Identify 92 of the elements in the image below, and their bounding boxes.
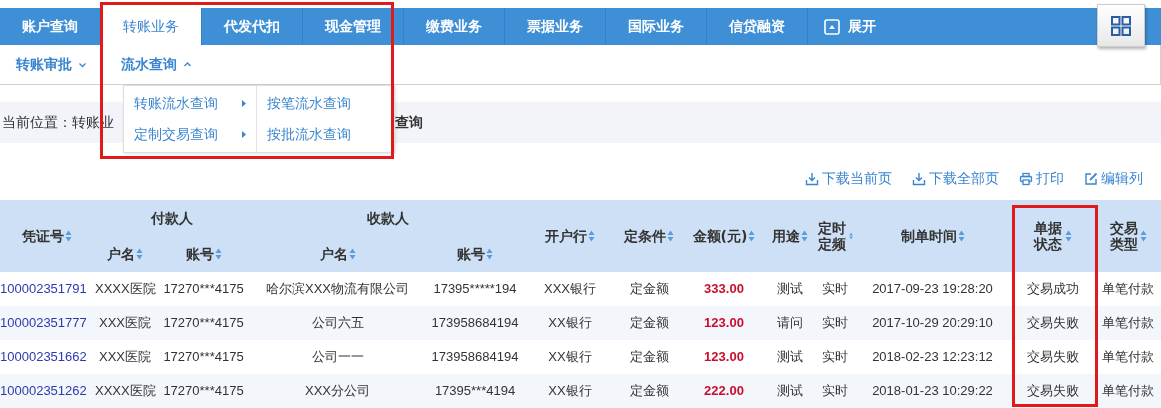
breadcrumb-text: 查询 <box>395 113 423 132</box>
table-cell: 实时 <box>822 383 848 399</box>
table-cell: XXX分公司 <box>305 383 370 399</box>
table-cell: 实时 <box>822 281 848 297</box>
table-cell: 2017-10-29 20:29:10 <box>872 315 993 331</box>
table-cell: 请问 <box>777 315 803 331</box>
subnav-link[interactable]: 转账审批 <box>10 53 93 76</box>
nav-tab[interactable]: 国际业务 <box>606 8 707 45</box>
table-cell: 交易失败 <box>1026 383 1079 399</box>
amount-text: 123.00 <box>704 349 744 365</box>
table-cell: 实时 <box>822 349 848 365</box>
amount-text: 222.00 <box>704 383 744 399</box>
toolbar-link[interactable]: 编辑列 <box>1084 168 1143 189</box>
column-header[interactable]: 户名 <box>93 236 157 272</box>
table-cell: 交易失败 <box>1026 349 1079 365</box>
nav-tab[interactable]: 信贷融资 <box>707 8 808 45</box>
nav-tab[interactable]: 代发代扣 <box>202 8 303 45</box>
table-cell: 公司六五 <box>311 315 364 331</box>
table-cell: 定金额 <box>629 383 669 399</box>
table-cell: XXX医院 <box>99 315 151 331</box>
submenu-item[interactable]: 按批流水查询 <box>267 124 351 145</box>
toolbar-link[interactable]: 下载全部页 <box>912 168 999 189</box>
table-cell: XX银行 <box>548 349 592 365</box>
toolbar-link[interactable]: 打印 <box>1019 168 1064 189</box>
column-group-header: 收款人 <box>250 200 525 236</box>
table-cell: 单笔付款 <box>1102 281 1154 297</box>
table-cell: 哈尔滨XXX物流有限公司 <box>266 281 409 297</box>
table-cell: 173958684194 <box>431 315 519 331</box>
column-header[interactable]: 户名 <box>250 236 425 272</box>
column-header[interactable]: 凭证号 <box>0 200 93 272</box>
column-header[interactable]: 金额(元) <box>683 200 765 272</box>
column-header[interactable]: 制单时间 <box>855 200 1010 272</box>
dropdown-item[interactable]: 定制交易查询 <box>134 124 246 145</box>
nav-tab[interactable]: 票据业务 <box>505 8 606 45</box>
grid-icon <box>1111 15 1131 36</box>
table-cell: 定金额 <box>629 315 669 331</box>
submenu-item[interactable]: 按笔流水查询 <box>267 93 351 114</box>
expand-icon <box>824 18 840 35</box>
table-cell: 实时 <box>822 315 848 331</box>
grid-menu-button[interactable] <box>1097 4 1145 47</box>
column-header[interactable]: 账号 <box>425 236 525 272</box>
amount-text: 333.00 <box>704 281 744 297</box>
dropdown-item[interactable]: 转账流水查询 <box>134 93 246 114</box>
edit-icon <box>1084 171 1098 186</box>
table-cell: 公司一一 <box>311 349 364 365</box>
table-cell: 测试 <box>777 349 803 365</box>
toolbar-link[interactable]: 下载当前页 <box>805 168 892 189</box>
table-cell: XXXX医院 <box>95 383 156 399</box>
column-header[interactable]: 用途 <box>765 200 815 272</box>
nav-tab[interactable]: 转账业务 <box>101 8 202 45</box>
column-header[interactable]: 交易类型 <box>1095 200 1161 272</box>
column-group-header: 付款人 <box>93 200 250 236</box>
voucher-link[interactable]: 100002351662 <box>0 349 87 365</box>
expand-button[interactable]: 展开 <box>808 8 892 45</box>
table-cell: 2017-09-23 19:28:20 <box>872 281 993 297</box>
table-cell: 单笔付款 <box>1102 383 1154 399</box>
table-cell: 17395*****194 <box>433 281 517 297</box>
table-cell: 2018-02-23 12:23:12 <box>872 349 993 365</box>
voucher-link[interactable]: 100002351791 <box>0 281 87 297</box>
table-cell: 单笔付款 <box>1102 349 1154 365</box>
column-header[interactable]: 定条件 <box>615 200 683 272</box>
table-cell: XXX医院 <box>99 349 151 365</box>
table-cell: 测试 <box>777 383 803 399</box>
table-cell: 17270***4175 <box>163 383 244 399</box>
table-cell: XX银行 <box>548 315 592 331</box>
table-cell: XXXX医院 <box>95 281 156 297</box>
table-cell: 17270***4175 <box>163 315 244 331</box>
table-cell: 17270***4175 <box>163 349 244 365</box>
amount-text: 123.00 <box>704 315 744 331</box>
table-cell: 交易失败 <box>1026 315 1079 331</box>
table-cell: 交易成功 <box>1026 281 1079 297</box>
print-icon <box>1019 171 1033 186</box>
table-cell: 173958684194 <box>431 349 519 365</box>
column-header[interactable]: 定时定频 <box>815 200 855 272</box>
table-cell: 定金额 <box>629 349 669 365</box>
table-cell: 定金额 <box>629 281 669 297</box>
download-icon <box>912 171 926 186</box>
subnav-link[interactable]: 流水查询 <box>115 53 198 76</box>
download-icon <box>805 171 819 186</box>
table-cell: XXX银行 <box>544 281 596 297</box>
column-header[interactable]: 账号 <box>157 236 250 272</box>
table-cell: 17395***4194 <box>434 383 516 399</box>
table-cell: 单笔付款 <box>1102 315 1154 331</box>
column-header[interactable]: 单据状态 <box>1010 200 1095 272</box>
nav-tab[interactable]: 现金管理 <box>303 8 404 45</box>
nav-tab[interactable]: 缴费业务 <box>404 8 505 45</box>
nav-tab[interactable]: 账户查询 <box>0 8 101 45</box>
table-cell: 2018-01-23 10:29:22 <box>872 383 993 399</box>
table-cell: XX银行 <box>548 383 592 399</box>
table-cell: 17270***4175 <box>163 281 244 297</box>
table-cell: 测试 <box>777 281 803 297</box>
column-header[interactable]: 开户行 <box>525 200 615 272</box>
